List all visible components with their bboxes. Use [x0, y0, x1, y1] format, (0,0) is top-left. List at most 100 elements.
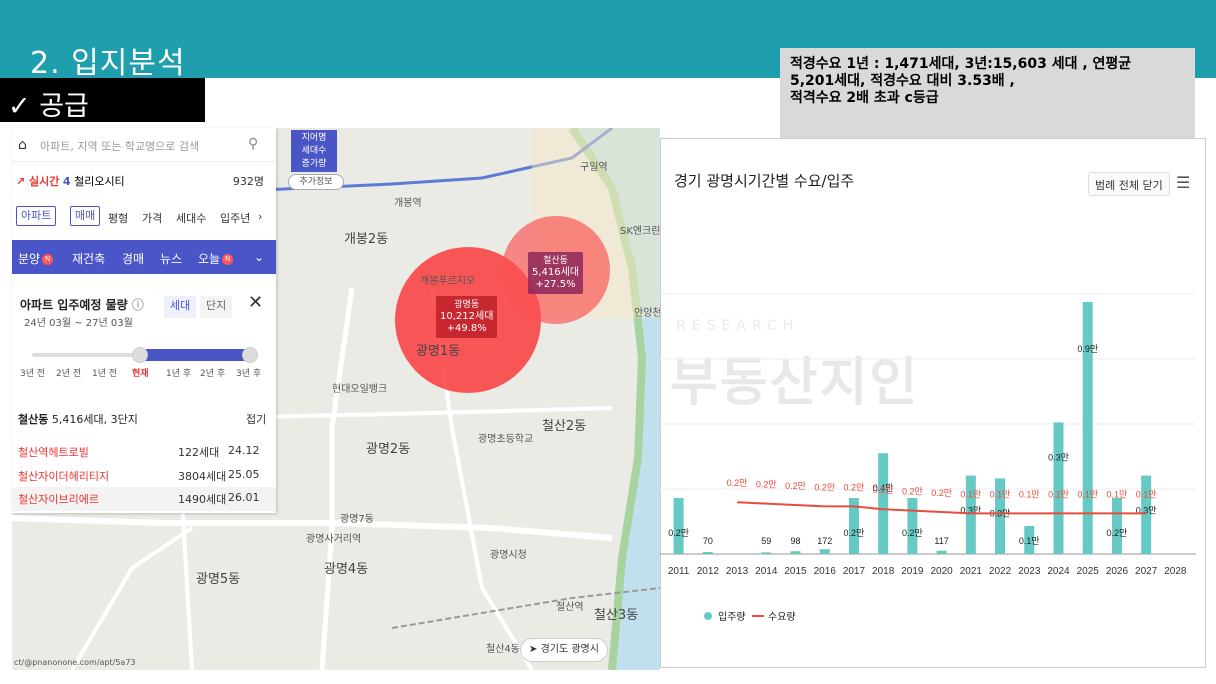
map-label: 개봉2동 — [344, 232, 389, 247]
bar-data-label: 70 — [703, 536, 713, 546]
legend-close-button[interactable]: 범례 전체 닫기 — [1088, 172, 1170, 196]
panel-title: 아파트 입주예정 물량 ⓘ — [20, 298, 144, 312]
demand-data-label: 0.1만 — [990, 489, 1011, 499]
demand-data-label: 0.2만 — [902, 487, 923, 497]
complex-row[interactable]: 철산역헤트로빌 122세대 24.12 — [12, 440, 276, 462]
x-tick-label: 2011 — [668, 566, 690, 577]
x-tick-label: 2015 — [784, 566, 807, 577]
chart-svg: 2011 0.2만 2012 70 2013 2014 59 2015 98 2016 172 201… — [660, 293, 1196, 623]
x-tick-label: 2022 — [989, 566, 1012, 577]
bar-data-label: 98 — [790, 536, 800, 546]
x-tick-label: 2028 — [1164, 566, 1187, 577]
slider-handle-end[interactable] — [242, 347, 258, 363]
tick-label-current: 현재 — [132, 369, 149, 379]
bar — [761, 552, 772, 554]
map-label: 안양천 — [634, 308, 660, 319]
tab-news[interactable]: 뉴스 — [160, 250, 182, 267]
search-icon[interactable]: ⚲ — [248, 136, 258, 152]
map-label: 철산4동 — [486, 644, 520, 655]
bar — [702, 552, 713, 554]
x-tick-label: 2025 — [1077, 566, 1100, 577]
trend-icon: ↗ — [16, 175, 30, 188]
bar — [936, 550, 947, 554]
demand-data-label: 0.1만 — [1077, 489, 1098, 499]
cluster-label-gwangmyeong[interactable]: 광명동 10,212세대 +49.8% — [436, 296, 498, 338]
complex-row[interactable]: 철산자이브리에르 1490세대 26.01 — [12, 487, 276, 511]
filter-households[interactable]: 세대수 — [176, 210, 206, 226]
period-slider-fill — [140, 349, 250, 361]
chart-title: 경기 광명시기간별 수요/입주 — [674, 172, 855, 190]
add-info-button[interactable]: 추가정보 — [288, 174, 344, 190]
bar — [673, 498, 684, 554]
x-tick-label: 2012 — [697, 566, 720, 577]
search-input[interactable]: 아파트, 지역 또는 학교명으로 검색 — [40, 138, 199, 154]
seg-households[interactable]: 세대 — [164, 296, 197, 318]
complex-row[interactable]: 철산자이더헤리티지 3804세대 25.05 — [12, 464, 276, 486]
map-label: 광명2동 — [366, 442, 411, 457]
map-label: 광명초등학교 — [478, 434, 534, 445]
x-tick-label: 2023 — [1018, 566, 1041, 577]
bar-data-label: 172 — [817, 536, 832, 546]
filter-trade[interactable]: 매매 — [70, 206, 101, 226]
cluster-label-cheolsan[interactable]: 철산동 5,416세대 +27.5% — [528, 252, 584, 294]
bar — [1082, 302, 1093, 554]
map-label: 광명사거리역 — [306, 534, 362, 545]
close-icon[interactable]: ✕ — [248, 292, 263, 313]
realtime-trend[interactable]: ↗ 실시간 4 철리오시티 932명 — [12, 162, 276, 192]
slider-handle-start[interactable] — [132, 347, 148, 363]
legend-marker-supply — [704, 612, 712, 620]
tick-label: 2년 전 — [56, 369, 82, 379]
legend-label-supply: 입주량 — [718, 610, 746, 623]
new-badge: N — [222, 254, 234, 265]
filter-year[interactable]: 입주년 — [220, 210, 250, 226]
seg-complex[interactable]: 단지 — [200, 296, 233, 318]
map-label: 개봉역 — [394, 198, 422, 209]
bar-data-label: 0.2만 — [1107, 528, 1128, 538]
chevron-down-icon[interactable]: ⌄ — [254, 250, 264, 264]
map-label: 철산역 — [556, 602, 584, 613]
demand-data-label: 0.2만 — [756, 480, 777, 490]
filter-apt[interactable]: 아파트 — [16, 206, 57, 226]
map-label: 철산3동 — [594, 608, 639, 623]
menu-icon[interactable]: ☰ — [1176, 173, 1190, 192]
demand-data-label: 0.1만 — [1136, 489, 1157, 499]
demand-data-label: 0.1만 — [1107, 489, 1128, 499]
help-icon[interactable]: ⓘ — [132, 298, 144, 312]
bar-data-label: 0.2만 — [844, 528, 865, 538]
filter-price[interactable]: 가격 — [142, 210, 162, 226]
tab-today[interactable]: 오늘 N — [198, 250, 234, 267]
bar — [790, 551, 801, 554]
demand-data-label: 0.2만 — [873, 485, 894, 495]
x-tick-label: 2018 — [872, 566, 895, 577]
map-label: 광명1동 — [416, 344, 461, 359]
supply-tag: ✓ 공급 — [0, 78, 205, 122]
demand-data-label: 0.2만 — [785, 481, 806, 491]
x-tick-label: 2016 — [814, 566, 837, 577]
bar-data-label: 0.2만 — [668, 528, 689, 538]
x-tick-label: 2019 — [901, 566, 924, 577]
search-bar[interactable]: ⌂ 아파트, 지역 또는 학교명으로 검색 ⚲ — [12, 128, 276, 162]
chevron-right-icon[interactable]: › — [258, 210, 262, 223]
map-attribution: ct/@pnanonone.com/apt/5a73 — [14, 658, 136, 667]
x-tick-label: 2014 — [755, 566, 778, 577]
tab-auction[interactable]: 경매 — [122, 250, 144, 267]
fold-button[interactable]: 접기 — [246, 411, 266, 427]
filter-size[interactable]: 평형 — [108, 210, 128, 226]
map-info-tag: 지어명 세대수 증가량 — [291, 130, 337, 172]
category-tabs: 분양 N 재건축 경매 뉴스 오늘 N ⌄ — [12, 240, 276, 274]
region-button[interactable]: ➤ 경기도 광명시 — [520, 638, 608, 662]
x-tick-label: 2026 — [1106, 566, 1129, 577]
bar-data-label: 59 — [761, 536, 771, 546]
map-label: 광명4동 — [324, 562, 369, 577]
map-label: 개봉푸르지오 — [420, 276, 476, 287]
tab-presale[interactable]: 분양 N — [18, 250, 54, 267]
filter-bar: 아파트 매매 평형 가격 세대수 입주년 › — [12, 202, 276, 228]
bar — [819, 549, 830, 554]
demand-data-label: 0.2만 — [814, 482, 835, 492]
x-tick-label: 2027 — [1135, 566, 1158, 577]
bar — [1111, 498, 1122, 554]
home-icon[interactable]: ⌂ — [18, 137, 27, 153]
legend-label-demand: 수요량 — [768, 611, 796, 623]
tab-rebuild[interactable]: 재건축 — [72, 250, 105, 267]
bar-data-label: 0.2만 — [902, 528, 923, 538]
